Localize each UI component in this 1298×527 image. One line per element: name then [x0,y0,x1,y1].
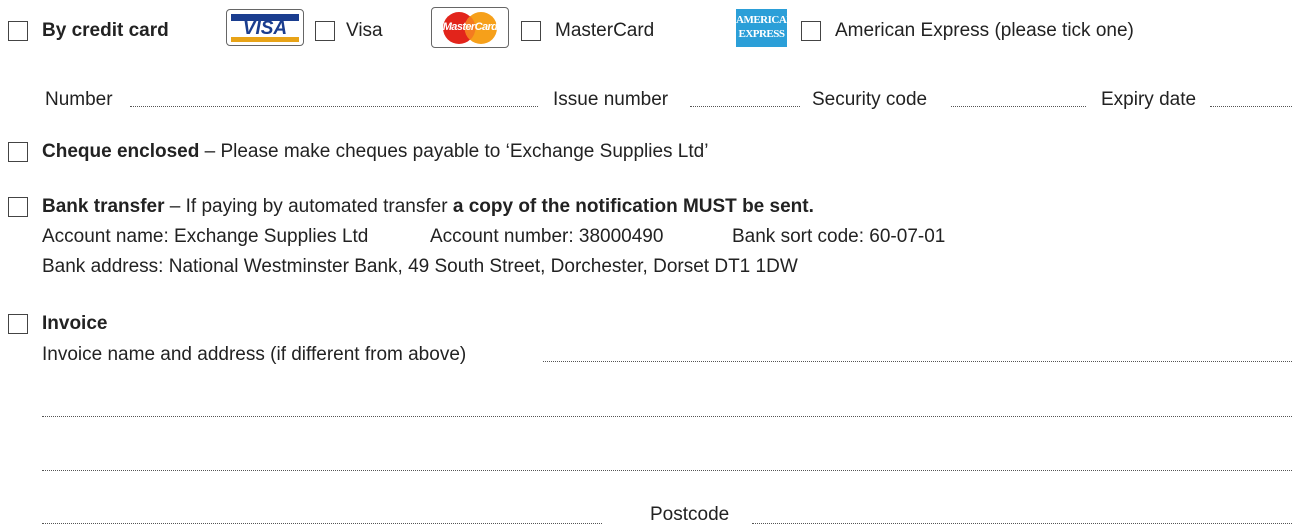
card-number-field[interactable] [130,106,538,107]
invoice-address-field-4[interactable] [42,523,602,524]
invoice-address-field-2[interactable] [42,416,1292,417]
mastercard-label: MasterCard [555,20,655,41]
cheque-text: – Please make cheques payable to ‘Exchan… [199,141,709,162]
amex-logo-line2: EXPRESS [738,28,785,40]
issue-number-field[interactable] [690,106,800,107]
mastercard-logo: MasterCard [431,7,509,48]
security-code-field[interactable] [951,106,1086,107]
card-number-label: Number [45,89,113,110]
bank-address: Bank address: National Westminster Bank,… [42,256,798,277]
bank-transfer-text: – If paying by automated transfer [164,196,453,217]
mastercard-checkbox[interactable] [521,21,541,41]
bank-transfer-emphasis: a copy of the notification MUST be sent. [452,196,814,217]
amex-label: American Express (please tick one) [835,20,1134,41]
invoice-checkbox[interactable] [8,314,28,334]
bank-transfer-checkbox[interactable] [8,197,28,217]
visa-logo: VISA [226,9,304,46]
bank-account-name: Account name: Exchange Supplies Ltd [42,226,369,247]
invoice-address-label: Invoice name and address (if different f… [42,344,467,365]
cheque-line: Cheque enclosed – Please make cheques pa… [42,140,708,164]
visa-label: Visa [346,20,383,41]
visa-logo-text: VISA [242,18,288,39]
bank-sort-code: Bank sort code: 60-07-01 [732,226,946,247]
invoice-label: Invoice [42,313,108,334]
bank-transfer-line: Bank transfer – If paying by automated t… [42,195,814,219]
postcode-label: Postcode [650,504,730,525]
issue-number-label: Issue number [553,89,669,110]
amex-checkbox[interactable] [801,21,821,41]
invoice-address-field-3[interactable] [42,470,1292,471]
bank-account-number: Account number: 38000490 [430,226,664,247]
security-code-label: Security code [812,89,928,110]
expiry-date-label: Expiry date [1101,89,1197,110]
cheque-label: Cheque enclosed [42,141,200,162]
credit-card-label: By credit card [42,20,169,41]
postcode-field[interactable] [752,523,1292,524]
mastercard-logo-text: MasterCard [442,21,498,33]
cheque-checkbox[interactable] [8,142,28,162]
credit-card-checkbox[interactable] [8,21,28,41]
visa-checkbox[interactable] [315,21,335,41]
amex-logo-line1: AMERICAN [736,14,794,26]
bank-transfer-label: Bank transfer [42,196,165,217]
invoice-address-field-1[interactable] [543,361,1292,362]
amex-logo: AMERICAN EXPRESS [736,9,794,47]
expiry-date-field[interactable] [1210,106,1292,107]
